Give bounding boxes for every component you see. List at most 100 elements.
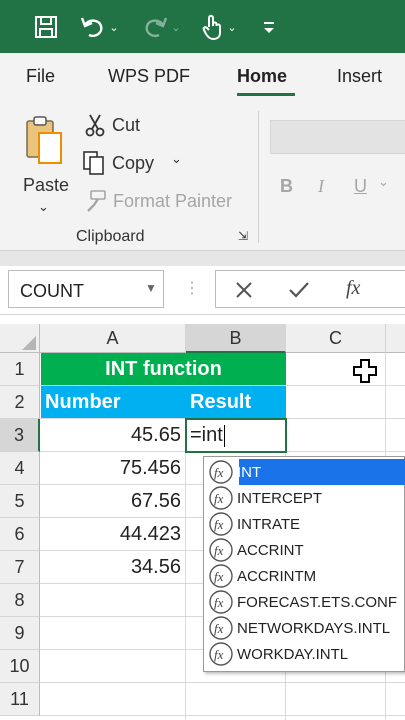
name-box-dropdown-icon[interactable]: ▼ (145, 281, 157, 295)
enter-icon[interactable] (288, 280, 310, 300)
row-header[interactable]: 10 (0, 650, 40, 683)
row-header[interactable]: 3 (0, 419, 40, 452)
tab-insert[interactable]: Insert (337, 66, 382, 87)
italic-button[interactable]: I (318, 176, 324, 197)
insert-function-icon[interactable]: fx (346, 277, 360, 300)
svg-text:fx: fx (214, 621, 224, 636)
cancel-icon[interactable] (234, 280, 254, 300)
number-cell[interactable]: 44.423 (41, 518, 185, 550)
tab-home[interactable]: Home (237, 66, 287, 87)
row-header[interactable]: 8 (0, 584, 40, 617)
number-cell[interactable]: 34.56 (41, 551, 185, 583)
gridline (40, 715, 405, 716)
paste-dropdown-icon[interactable]: ⌄ (38, 199, 49, 215)
gridline (40, 682, 405, 683)
row-header[interactable]: 6 (0, 518, 40, 551)
paste-icon (26, 116, 62, 164)
ribbon-tabs: File WPS PDF Home Insert (0, 53, 405, 101)
header-number-cell[interactable]: Number (41, 386, 186, 418)
number-cell[interactable]: 75.456 (41, 452, 185, 484)
column-header-a[interactable]: A (40, 324, 186, 353)
paste-label: Paste (23, 175, 70, 195)
autocomplete-item[interactable]: fx ACCRINT (206, 537, 405, 563)
copy-button[interactable]: Copy ⌄ (82, 149, 192, 177)
svg-text:fx: fx (214, 569, 224, 584)
touch-dropdown-icon[interactable]: ⌄ (227, 21, 236, 34)
grip-icon: ⋮ (184, 280, 200, 297)
paste-button[interactable]: Paste ⌄ (14, 111, 76, 231)
svg-text:fx: fx (214, 543, 224, 558)
quick-access-toolbar: ⌄ ⌄ ⌄ (0, 0, 405, 53)
column-header-d[interactable] (386, 324, 405, 353)
row-header[interactable]: 4 (0, 452, 40, 485)
function-icon: fx (209, 590, 233, 614)
autocomplete-item[interactable]: fx WORKDAY.INTL (206, 641, 405, 667)
function-icon: fx (209, 616, 233, 640)
function-icon: fx (209, 564, 233, 588)
header-result-cell[interactable]: Result (186, 386, 286, 418)
format-painter-button[interactable]: Format Painter (84, 187, 244, 215)
font-name-box[interactable] (270, 120, 405, 154)
bold-button[interactable]: B (280, 176, 293, 197)
redo-dropdown-icon[interactable]: ⌄ (171, 21, 180, 34)
row-header[interactable]: 2 (0, 386, 40, 419)
autocomplete-item[interactable]: fx FORECAST.ETS.CONF (206, 589, 405, 615)
editing-text: =int (190, 424, 223, 446)
svg-text:fx: fx (214, 491, 224, 506)
clipboard-group-label: Clipboard (76, 228, 145, 245)
name-box-value: COUNT (20, 281, 84, 301)
cut-label: Cut (112, 115, 141, 135)
autocomplete-item-selected[interactable]: fx INT (206, 459, 405, 485)
tab-file[interactable]: File (26, 66, 55, 87)
function-icon: fx (209, 538, 233, 562)
ribbon-separator (258, 111, 259, 243)
svg-text:fx: fx (214, 465, 224, 480)
underline-dropdown-icon[interactable]: ⌄ (378, 174, 389, 190)
ribbon-home: Paste ⌄ Cut Copy ⌄ Format Painter Clipbo… (0, 101, 405, 250)
title-cell[interactable]: INT function (41, 353, 286, 385)
active-tab-indicator (237, 93, 295, 96)
number-cell[interactable]: 45.65 (41, 419, 185, 451)
function-icon: fx (209, 512, 233, 536)
save-icon[interactable] (30, 10, 62, 44)
copy-dropdown-icon[interactable]: ⌄ (171, 151, 182, 167)
customize-qat-icon[interactable] (254, 10, 284, 44)
text-cursor (223, 424, 225, 447)
format-painter-icon (87, 190, 106, 212)
underline-button[interactable]: U (354, 176, 367, 197)
selection-highlight (239, 459, 405, 485)
function-icon: fx (209, 460, 233, 484)
format-painter-label: Format Painter (113, 191, 233, 211)
autocomplete-item[interactable]: fx ACCRINTM (206, 563, 405, 589)
touch-mode-icon[interactable]: ⌄ (194, 10, 244, 44)
autocomplete-item[interactable]: fx NETWORKDAYS.INTL (206, 615, 405, 641)
svg-text:fx: fx (214, 517, 224, 532)
autocomplete-item[interactable]: fx INTERCEPT (206, 485, 405, 511)
column-header-b[interactable]: B (186, 324, 286, 353)
cut-button[interactable]: Cut (84, 111, 174, 139)
copy-label: Copy (112, 153, 155, 173)
select-all-corner[interactable] (0, 324, 40, 353)
undo-icon[interactable]: ⌄ (76, 10, 122, 44)
row-header[interactable]: 5 (0, 485, 40, 518)
tab-wps-pdf[interactable]: WPS PDF (108, 66, 190, 87)
row-header[interactable]: 7 (0, 551, 40, 584)
function-icon: fx (209, 642, 233, 666)
row-header[interactable]: 11 (0, 683, 40, 716)
row-header[interactable]: 1 (0, 353, 40, 386)
active-cell-editor[interactable]: =int (185, 418, 287, 453)
copy-icon (83, 151, 104, 175)
undo-dropdown-icon[interactable]: ⌄ (109, 21, 118, 34)
column-header-c[interactable]: C (286, 324, 386, 353)
number-cell[interactable]: 67.56 (41, 485, 185, 517)
name-box[interactable]: COUNT ▼ (8, 270, 164, 308)
scissors-icon (85, 114, 105, 137)
redo-icon[interactable]: ⌄ (138, 10, 184, 44)
cell-cursor-icon (353, 359, 377, 383)
function-icon: fx (209, 486, 233, 510)
formula-tools: fx (215, 270, 405, 308)
autocomplete-item[interactable]: fx INTRATE (206, 511, 405, 537)
svg-text:fx: fx (214, 595, 224, 610)
dialog-launcher-icon[interactable]: ⇲ (238, 229, 248, 243)
row-header[interactable]: 9 (0, 617, 40, 650)
